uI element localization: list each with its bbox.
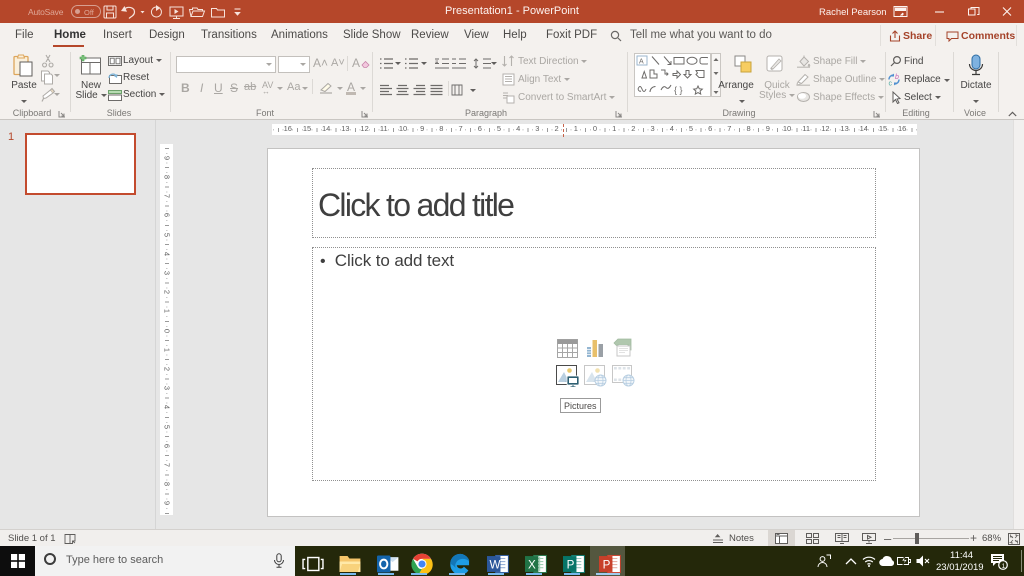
svg-text:1: 1 xyxy=(1002,563,1006,570)
svg-text:X: X xyxy=(528,558,536,571)
svg-text:c: c xyxy=(889,81,893,87)
svg-text:b: b xyxy=(895,74,899,81)
svg-text:P: P xyxy=(567,558,575,571)
svg-text:{ }: { } xyxy=(674,85,683,95)
svg-text:P: P xyxy=(603,558,611,571)
svg-text:W: W xyxy=(489,558,500,571)
svg-text:A: A xyxy=(639,59,644,66)
